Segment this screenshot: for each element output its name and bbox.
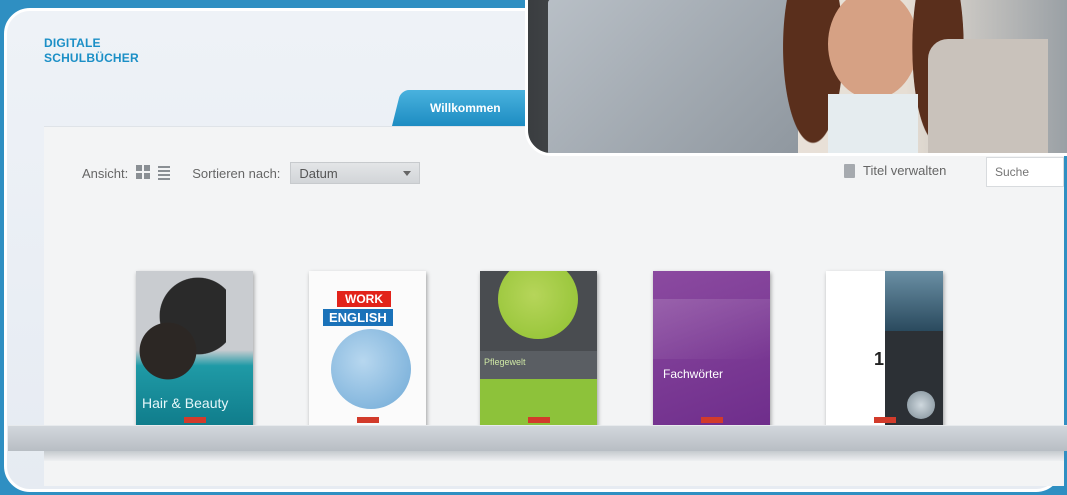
volume-number: 1 <box>874 349 885 369</box>
list-view-icon[interactable] <box>158 166 171 180</box>
cover-art <box>136 311 200 391</box>
hero-photo <box>525 0 1067 156</box>
book-title: Pflegewelt <box>484 357 526 367</box>
brand-line-2: SCHULBÜCHER <box>44 51 139 65</box>
brand-line-1: DIGITALE <box>44 36 101 50</box>
book-cover-5[interactable]: 1 <box>826 271 943 429</box>
publisher-logo <box>527 417 550 423</box>
search-input[interactable] <box>986 157 1064 187</box>
sort-select[interactable]: Datum <box>290 162 421 184</box>
book-cover-4[interactable]: Fachwörter <box>653 271 770 429</box>
trash-icon <box>844 163 855 178</box>
book-title-top: WORK <box>337 291 391 307</box>
publisher-logo <box>356 417 379 423</box>
shelf-shadow <box>44 451 1064 461</box>
cover-art <box>885 271 943 331</box>
photo-detail <box>828 94 918 153</box>
cd-icon <box>907 391 935 419</box>
manage-titles-label: Titel verwalten <box>863 163 947 178</box>
sort-label: Sortieren nach: <box>192 165 281 181</box>
view-label: Ansicht: <box>82 165 129 181</box>
publisher-logo <box>873 417 896 423</box>
photo-detail <box>928 39 1048 153</box>
tab-willkommen[interactable]: Willkommen <box>430 101 501 115</box>
photo-detail <box>828 0 918 99</box>
book-cover-1[interactable]: Hair & Beauty <box>136 271 253 429</box>
book-title-bottom: ENGLISH <box>323 309 393 326</box>
cover-art <box>653 299 770 359</box>
book-cover-2[interactable]: WORK ENGLISH <box>309 271 426 429</box>
shelf <box>8 425 1067 451</box>
book-title: Hair & Beauty <box>142 395 229 411</box>
toolbar: Ansicht: Sortieren nach: Datum <box>82 162 421 184</box>
cover-art <box>331 329 411 409</box>
publisher-logo <box>183 417 206 423</box>
brand-logo: DIGITALE SCHULBÜCHER <box>44 36 139 66</box>
chevron-down-icon <box>403 170 412 176</box>
sort-select-value: Datum <box>299 165 338 181</box>
book-title: Fachwörter <box>663 367 724 381</box>
manage-titles-button[interactable]: Titel verwalten <box>844 163 946 178</box>
publisher-logo <box>700 417 723 423</box>
laptop-image <box>548 0 798 153</box>
cover-art <box>498 271 578 339</box>
book-cover-3[interactable]: Pflegewelt <box>480 271 597 429</box>
grid-view-icon[interactable] <box>136 165 152 181</box>
